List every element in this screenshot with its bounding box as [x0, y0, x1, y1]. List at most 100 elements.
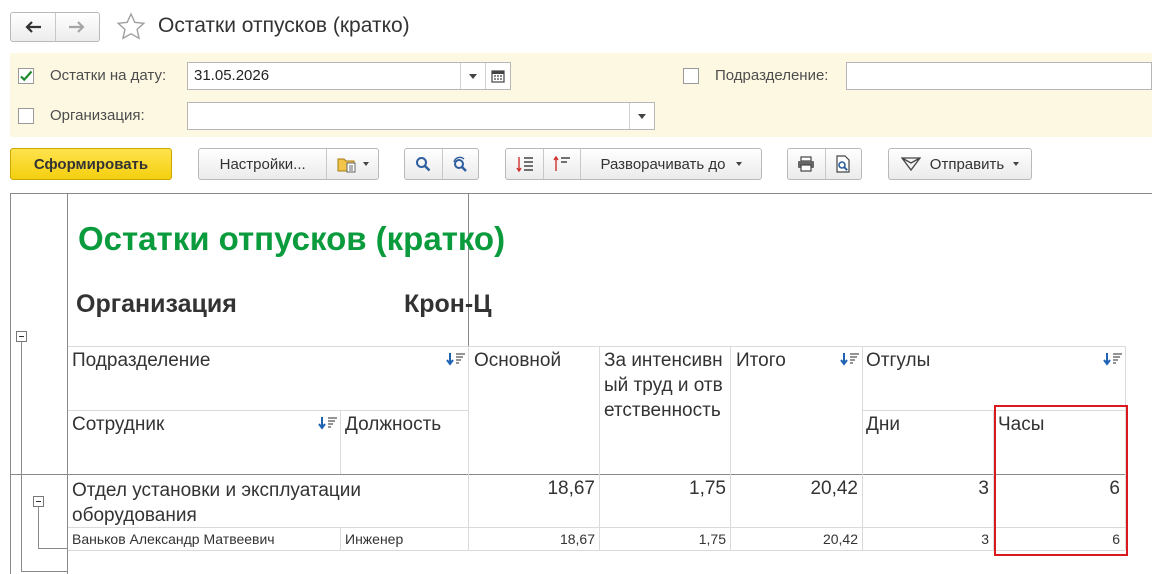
- organization-value: Крон-Ц: [404, 290, 492, 318]
- group-row-total[interactable]: 20,42: [732, 478, 858, 500]
- find-button[interactable]: [405, 149, 442, 179]
- chevron-down-icon: [1013, 162, 1020, 166]
- header-employee[interactable]: Сотрудник: [72, 412, 164, 437]
- grouping-gutter-border: [67, 193, 68, 574]
- grouping-group: Разворачивать до: [505, 148, 762, 180]
- organization-filter-label: Организация:: [50, 107, 145, 124]
- favorite-star-icon[interactable]: [116, 12, 146, 42]
- outline-line: [38, 507, 39, 549]
- outline-line: [21, 342, 22, 572]
- hours-column-highlight: [994, 405, 1128, 556]
- arrow-right-icon: [69, 21, 85, 33]
- search-next-icon: [453, 156, 468, 172]
- window-title: Остатки отпусков (кратко): [158, 14, 410, 37]
- group-row-intensive[interactable]: 1,75: [601, 478, 726, 500]
- sort-icon[interactable]: [1103, 352, 1123, 366]
- table-grid-line: [10, 474, 1125, 475]
- arrow-left-icon: [25, 21, 41, 33]
- collapse-all-outline-toggle[interactable]: [16, 331, 27, 342]
- outline-line: [38, 548, 67, 549]
- header-department[interactable]: Подразделение: [72, 348, 210, 373]
- group-collapse-toggle[interactable]: [33, 496, 44, 507]
- detail-row-intensive[interactable]: 1,75: [601, 531, 726, 547]
- organization-caption: Организация: [76, 290, 237, 318]
- search-icon: [416, 157, 431, 172]
- table-grid-line: [68, 410, 468, 411]
- detail-row-position[interactable]: Инженер: [345, 531, 403, 547]
- organization-filter-checkbox[interactable]: [18, 108, 34, 124]
- calendar-icon: [491, 70, 505, 83]
- settings-label: Настройки...: [219, 155, 306, 173]
- settings-group: Настройки...: [198, 148, 379, 180]
- chevron-down-icon: [735, 162, 742, 166]
- report-left-border: [10, 193, 11, 574]
- detail-row-total[interactable]: 20,42: [732, 531, 858, 547]
- print-preview-icon: [836, 155, 850, 173]
- history-nav: [10, 12, 100, 42]
- report-title: Остатки отпусков (кратко): [78, 220, 506, 257]
- header-position[interactable]: Должность: [345, 412, 441, 437]
- header-days[interactable]: Дни: [866, 412, 900, 437]
- generate-label: Сформировать: [33, 155, 149, 173]
- generate-button[interactable]: Сформировать: [10, 148, 172, 180]
- printer-icon: [798, 156, 815, 172]
- chevron-down-icon: [638, 113, 646, 119]
- outline-line: [21, 571, 67, 572]
- print-group: [787, 148, 862, 180]
- date-filter-checkbox[interactable]: [18, 68, 34, 84]
- expand-all-icon: [515, 157, 533, 172]
- send-label: Отправить: [929, 155, 1005, 173]
- back-button[interactable]: [11, 13, 55, 41]
- find-next-button[interactable]: [441, 149, 479, 179]
- table-grid-line: [340, 527, 341, 550]
- date-dropdown-button[interactable]: [460, 63, 485, 89]
- table-grid-line: [862, 346, 863, 550]
- table-grid-line: [68, 550, 1125, 551]
- forward-button[interactable]: [54, 13, 100, 41]
- print-preview-button[interactable]: [824, 149, 862, 179]
- send-icon: [900, 157, 921, 172]
- collapse-all-icon: [553, 156, 570, 171]
- variants-button[interactable]: [326, 149, 378, 179]
- expand-all-button[interactable]: [506, 149, 543, 179]
- organization-field[interactable]: [187, 102, 655, 130]
- sort-icon[interactable]: [446, 352, 466, 366]
- header-intensive[interactable]: За интенсивный труд и ответственность: [604, 348, 728, 423]
- chevron-down-icon: [469, 73, 477, 79]
- table-grid-line: [68, 346, 1125, 347]
- search-group: [404, 148, 479, 180]
- organization-dropdown-button[interactable]: [629, 103, 654, 129]
- date-field[interactable]: 31.05.2026: [187, 62, 511, 90]
- header-main[interactable]: Основной: [474, 348, 561, 373]
- detail-row-employee[interactable]: Ваньков Александр Матвеевич: [72, 531, 275, 547]
- collapse-all-button[interactable]: [543, 149, 580, 179]
- expand-to-label: Разворачивать до: [600, 155, 726, 173]
- detail-row-main[interactable]: 18,67: [470, 531, 595, 547]
- sort-icon[interactable]: [840, 352, 860, 366]
- header-total[interactable]: Итого: [736, 348, 786, 373]
- table-grid-line: [599, 346, 600, 550]
- calendar-button[interactable]: [485, 63, 510, 89]
- department-filter-label: Подразделение:: [715, 67, 829, 84]
- report-top-border: [10, 193, 1152, 194]
- group-row-days[interactable]: 3: [864, 478, 989, 500]
- detail-row-days[interactable]: 3: [864, 531, 989, 547]
- date-value: 31.05.2026: [194, 67, 270, 84]
- table-grid-line: [468, 346, 469, 550]
- date-filter-label: Остатки на дату:: [50, 67, 167, 84]
- department-field[interactable]: [846, 62, 1152, 90]
- print-button[interactable]: [788, 149, 825, 179]
- report-variants-icon: [337, 158, 356, 173]
- table-grid-line: [730, 346, 731, 550]
- sort-icon[interactable]: [318, 416, 338, 430]
- department-filter-checkbox[interactable]: [683, 68, 699, 84]
- chevron-down-icon: [362, 162, 369, 166]
- group-row-department[interactable]: Отдел установки и эксплуатации оборудова…: [72, 478, 392, 528]
- header-time-off[interactable]: Отгулы: [866, 348, 930, 373]
- expand-to-button[interactable]: Разворачивать до: [580, 149, 761, 179]
- freeze-column-line: [468, 193, 469, 346]
- group-row-main[interactable]: 18,67: [470, 478, 595, 500]
- table-grid-line: [340, 410, 341, 474]
- send-button[interactable]: Отправить: [888, 148, 1032, 180]
- settings-button[interactable]: Настройки...: [199, 149, 326, 179]
